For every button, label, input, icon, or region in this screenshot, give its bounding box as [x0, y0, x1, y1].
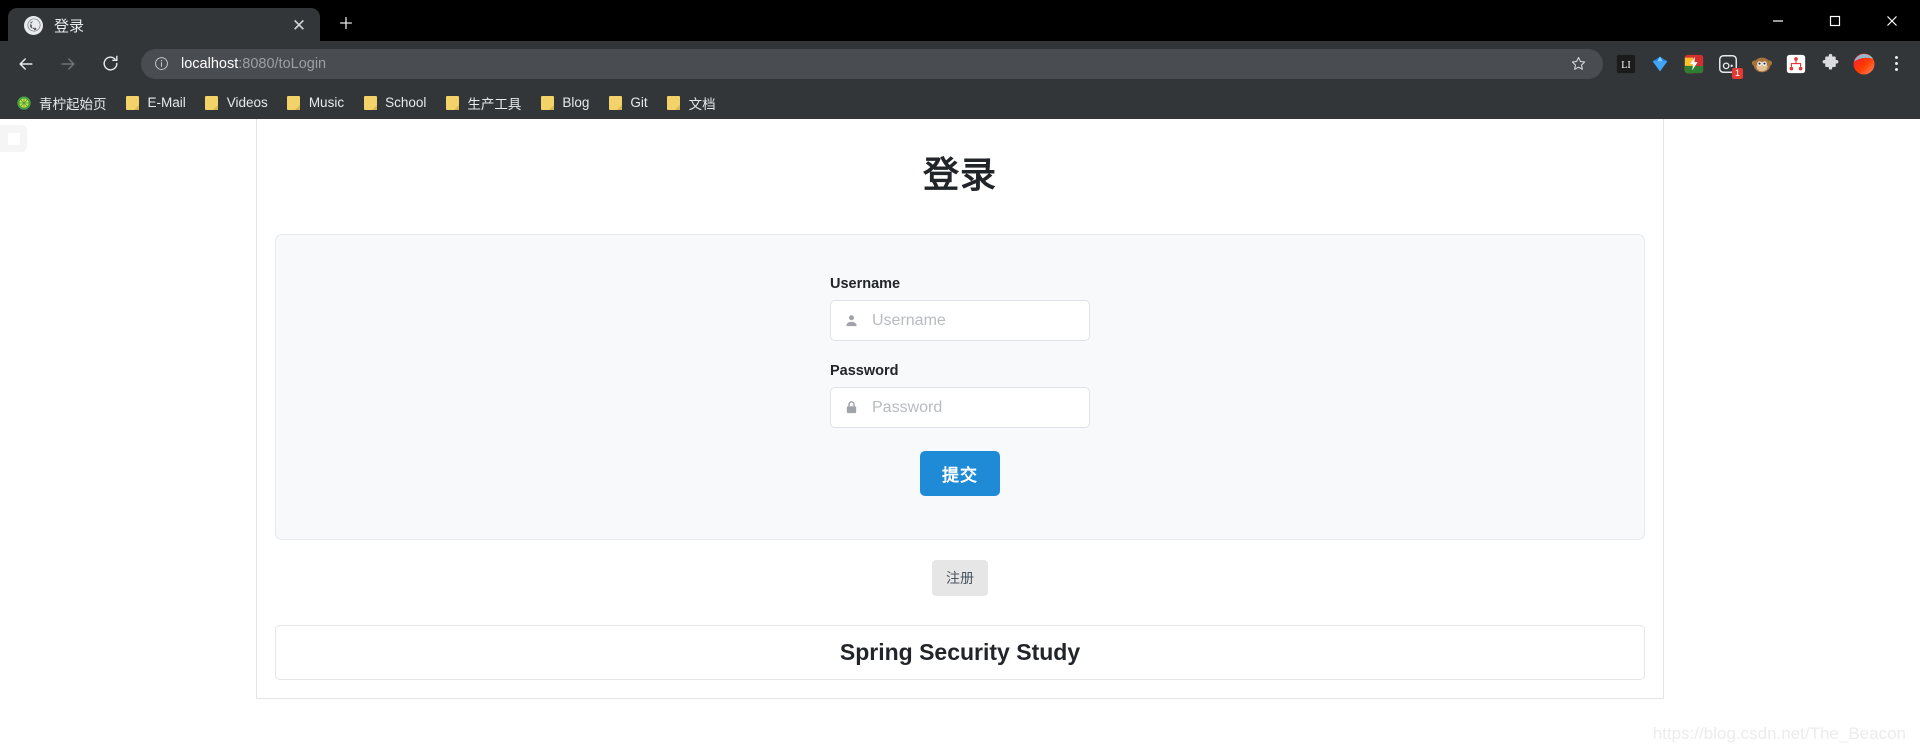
maximize-icon[interactable]: [1806, 0, 1863, 41]
page-container: 登录 Username Password: [256, 119, 1664, 699]
profile-avatar-icon[interactable]: [1848, 48, 1880, 80]
password-label: Password: [830, 363, 899, 379]
bookmark-label: 青柠起始页: [39, 96, 107, 112]
close-icon[interactable]: ✕: [288, 14, 310, 36]
lime-circle-icon: [16, 95, 32, 111]
url-text: localhost:8080/toLogin: [181, 56, 1565, 72]
footer-title: Spring Security Study: [839, 639, 1081, 665]
extension-badge: 1: [1732, 67, 1743, 79]
folder-icon: [204, 95, 220, 111]
bookmark-star-icon[interactable]: [1565, 51, 1591, 77]
bookmark-label: 生产工具: [467, 96, 522, 112]
bookmark-item-productivity[interactable]: 生产工具: [436, 91, 529, 115]
monkey-avatar-extension-icon[interactable]: [1746, 48, 1778, 80]
three-dots-menu-icon[interactable]: [1881, 48, 1911, 80]
submit-row: 提交: [830, 451, 1090, 496]
info-circle-icon[interactable]: [153, 55, 170, 72]
bookmark-label: Videos: [226, 95, 268, 110]
bookmark-item-blog[interactable]: Blog: [531, 91, 597, 115]
username-input[interactable]: [870, 310, 1077, 331]
svg-text:LI: LI: [1621, 60, 1631, 71]
bookmark-item-git[interactable]: Git: [599, 91, 655, 115]
footer-card: Spring Security Study: [275, 625, 1645, 680]
register-row: 注册: [257, 560, 1663, 596]
page-left-stub: [0, 125, 27, 152]
back-arrow-icon[interactable]: [9, 47, 43, 81]
tab-title: 登录: [54, 17, 85, 35]
bookmark-label: School: [385, 95, 427, 110]
bookmark-label: Blog: [562, 95, 590, 110]
folder-icon: [607, 95, 623, 111]
bookmark-item-docs[interactable]: 文档: [658, 91, 724, 115]
tab-strip: 登录 ✕: [0, 0, 1920, 42]
forward-arrow-icon: [51, 47, 85, 81]
page-title: 登录: [922, 154, 997, 195]
username-field[interactable]: [830, 300, 1090, 341]
bookmark-item-email[interactable]: E-Mail: [117, 91, 194, 115]
folder-icon: [125, 95, 141, 111]
browser-tab[interactable]: 登录 ✕: [8, 8, 320, 42]
bookmark-item-school[interactable]: School: [354, 91, 434, 115]
folder-icon: [286, 95, 302, 111]
extensions-row: LI 1: [1609, 48, 1911, 80]
user-icon: [843, 313, 859, 329]
colorful-flash-extension-icon[interactable]: [1678, 48, 1710, 80]
sitemap-extension-icon[interactable]: [1780, 48, 1812, 80]
username-label: Username: [830, 276, 901, 292]
screenshot-extension-icon[interactable]: 1: [1712, 48, 1744, 80]
page-viewport: 登录 Username Password: [0, 119, 1920, 752]
login-form: Username Password: [830, 235, 1090, 496]
address-bar[interactable]: localhost:8080/toLogin: [141, 48, 1603, 79]
browser-toolbar: localhost:8080/toLogin LI 1: [0, 41, 1920, 86]
submit-button[interactable]: 提交: [920, 451, 1000, 496]
url-path: :8080/toLogin: [238, 55, 327, 72]
bookmark-label: E-Mail: [147, 95, 186, 110]
folder-icon: [666, 95, 682, 111]
bookmark-label: 文档: [688, 96, 716, 112]
window-controls: [1749, 0, 1920, 41]
url-host: localhost: [181, 55, 239, 72]
register-button[interactable]: 注册: [932, 560, 988, 596]
login-form-card: Username Password: [275, 234, 1645, 540]
bookmark-item-qingning[interactable]: 青柠起始页: [8, 91, 115, 115]
password-field[interactable]: [830, 387, 1090, 428]
li-extension-icon[interactable]: LI: [1610, 48, 1642, 80]
password-input[interactable]: [870, 397, 1077, 418]
watermark: https://blog.csdn.net/The_Beacon: [1652, 724, 1906, 743]
browser-window: 登录 ✕ localhost:8080/toLogin LI 1 青柠起始页 E…: [0, 0, 1920, 752]
bookmark-label: Music: [308, 95, 345, 110]
reload-icon[interactable]: [93, 47, 127, 81]
globe-icon: [24, 15, 43, 35]
lock-icon: [843, 400, 859, 416]
puzzle-extensions-icon[interactable]: [1814, 48, 1846, 80]
bookmark-label: Git: [630, 95, 648, 110]
close-icon[interactable]: [1863, 0, 1920, 41]
new-tab-button[interactable]: [329, 6, 363, 40]
minimize-icon[interactable]: [1749, 0, 1806, 41]
bookmarks-bar: 青柠起始页 E-Mail Videos Music School 生产工具 Bl…: [0, 86, 1920, 119]
folder-icon: [539, 95, 555, 111]
bookmark-item-videos[interactable]: Videos: [196, 91, 276, 115]
folder-icon: [362, 95, 378, 111]
folder-icon: [444, 95, 460, 111]
bookmark-item-music[interactable]: Music: [278, 91, 352, 115]
diamond-extension-icon[interactable]: [1644, 48, 1676, 80]
